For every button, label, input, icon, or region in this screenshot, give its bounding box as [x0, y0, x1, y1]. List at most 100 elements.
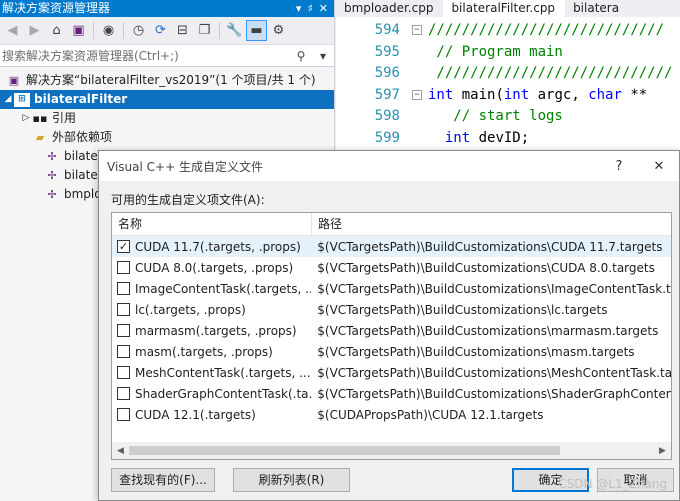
checkbox[interactable] — [117, 324, 130, 337]
scroll-right-icon[interactable]: ▶ — [654, 446, 671, 456]
customization-name: CUDA 8.0(.targets, .props) — [135, 260, 294, 275]
tab-bmploader[interactable]: bmploader.cpp — [336, 0, 443, 17]
tab-bilatera[interactable]: bilatera — [565, 0, 629, 17]
scroll-track[interactable] — [129, 442, 654, 459]
tree-item-label: bmplo — [64, 187, 102, 201]
tree-item-label: bilate — [64, 168, 98, 182]
collapse-icon[interactable]: ⊟ — [172, 20, 193, 41]
scroll-thumb[interactable] — [129, 446, 560, 455]
minus-icon[interactable]: ▬ — [246, 20, 267, 41]
list-row[interactable]: marmasm(.targets, .props) $(VCTargetsPath… — [112, 320, 671, 341]
scroll-left-icon[interactable]: ◀ — [112, 446, 129, 456]
checkbox[interactable]: ✓ — [117, 240, 130, 253]
gutter: − — [408, 20, 428, 42]
help-button[interactable]: ? — [599, 159, 639, 174]
list-row[interactable]: lc(.targets, .props) $(VCTargetsPath)\Bui… — [112, 299, 671, 320]
solution-icon: ▣ — [8, 74, 20, 87]
gutter — [408, 63, 428, 85]
list-cell-name: MeshContentTask(.targets, ... — [112, 366, 311, 380]
toolbar-separator — [123, 22, 124, 39]
list-cell-name: lc(.targets, .props) — [112, 303, 311, 317]
forward-icon[interactable]: ▶ — [24, 20, 45, 41]
code-text: //////////////////////////// — [428, 65, 673, 81]
code-text: // start logs — [428, 108, 563, 124]
dialog-title-bar: Visual C++ 生成自定义文件 ? ✕ — [99, 151, 679, 181]
column-header-path[interactable]: 路径 — [312, 213, 342, 235]
fold-toggle-icon[interactable]: − — [412, 89, 422, 100]
close-button[interactable]: ✕ — [639, 159, 679, 174]
pin-icon[interactable]: ♯ — [307, 0, 312, 17]
close-icon[interactable]: ✕ — [319, 0, 328, 17]
refresh-icon[interactable]: ⟳ — [150, 20, 171, 41]
list-cell-name: ✓ CUDA 11.7(.targets, .props) — [112, 240, 311, 254]
collapse-arrow-icon[interactable]: ▷ — [20, 109, 32, 128]
checkbox[interactable] — [117, 303, 130, 316]
checkbox[interactable] — [117, 387, 130, 400]
checkbox[interactable] — [117, 366, 130, 379]
back-icon[interactable]: ◀ — [2, 20, 23, 41]
customization-name: masm(.targets, .props) — [135, 344, 273, 359]
customization-path: $(VCTargetsPath)\BuildCustomizations\mas… — [317, 344, 635, 359]
expand-icon[interactable]: ◢ — [2, 90, 14, 109]
line-number: 597 — [374, 86, 400, 103]
code-line: 596 //////////////////////////// — [336, 63, 680, 85]
home-icon[interactable]: ⌂ — [46, 20, 67, 41]
checkbox[interactable] — [117, 261, 130, 274]
tree-item-external-deps[interactable]: ▰ 外部依赖项 — [0, 128, 334, 147]
toolbar-separator — [93, 22, 94, 39]
list-cell-name: marmasm(.targets, .props) — [112, 324, 311, 338]
sync-icon[interactable]: ◉ — [98, 20, 119, 41]
code-keyword: char — [588, 86, 622, 103]
list-row[interactable]: masm(.targets, .props) $(VCTargetsPath)\B… — [112, 341, 671, 362]
copy-icon[interactable]: ❐ — [194, 20, 215, 41]
tab-bilateralfilter[interactable]: bilateralFilter.cpp — [443, 0, 566, 17]
list-row[interactable]: CUDA 8.0(.targets, .props) $(VCTargetsPat… — [112, 257, 671, 278]
fold-toggle-icon[interactable]: − — [412, 25, 422, 35]
code-line: 594 − //////////////////////////// — [336, 20, 680, 42]
customization-list[interactable]: 名称 路径 ✓ CUDA 11.7(.targets, .props) $(VCTa… — [111, 212, 672, 460]
list-row[interactable]: ✓ CUDA 11.7(.targets, .props) $(VCTargetsP… — [112, 236, 671, 257]
build-customizations-dialog: Visual C++ 生成自定义文件 ? ✕ 可用的生成自定义项文件(A): 名… — [98, 150, 680, 501]
customization-path: $(VCTargetsPath)\BuildCustomizations\mar… — [317, 323, 659, 338]
checkbox[interactable] — [117, 282, 130, 295]
list-cell-name: masm(.targets, .props) — [112, 345, 311, 359]
tree-item-label: bilateralFilter — [34, 92, 128, 106]
checkbox[interactable] — [117, 345, 130, 358]
window-position-dropdown-icon[interactable]: ▾ — [296, 0, 302, 17]
code-text: main( — [453, 86, 504, 103]
code-text: ** — [621, 86, 648, 103]
list-row[interactable]: CUDA 12.1(.targets) $(CUDAPropsPath)\CUDA… — [112, 404, 671, 425]
switch-views-icon[interactable]: ▣ — [68, 20, 89, 41]
gutter: − — [408, 85, 428, 107]
search-options-icon[interactable]: ▾ — [312, 49, 334, 63]
list-row[interactable]: ImageContentTask(.targets, ... $(VCTarget… — [112, 278, 671, 299]
refresh-list-button[interactable]: 刷新列表(R) — [233, 468, 350, 492]
list-row[interactable]: ShaderGraphContentTask(.ta... $(VCTargets… — [112, 383, 671, 404]
wrench-icon[interactable]: 🔧 — [224, 20, 245, 41]
customization-path: $(VCTargetsPath)\BuildCustomizations\CUD… — [317, 239, 663, 254]
list-row[interactable]: MeshContentTask(.targets, ... $(VCTargets… — [112, 362, 671, 383]
search-icon[interactable]: ⚲ — [290, 49, 312, 63]
checkbox[interactable] — [117, 408, 130, 421]
tree-item-project[interactable]: ◢ ⊞ bilateralFilter — [0, 90, 334, 109]
code-text: //////////////////////////// — [428, 22, 665, 38]
tree-item-references[interactable]: ▷ ▪▪ 引用 — [0, 109, 334, 128]
external-deps-icon: ▰ — [35, 131, 45, 144]
column-header-name[interactable]: 名称 — [112, 213, 312, 235]
history-icon[interactable]: ◷ — [128, 20, 149, 41]
line-number: 595 — [374, 43, 400, 60]
properties-icon[interactable]: ⚙ — [268, 20, 289, 41]
code-line: 598 // start logs — [336, 106, 680, 128]
find-existing-button[interactable]: 查找现有的(F)... — [111, 468, 215, 492]
cpp-file-icon: ✢ — [47, 188, 57, 201]
tree-item-solution[interactable]: ▣ 解决方案“bilateralFilter_vs2019”(1 个项目/共 1… — [0, 71, 334, 90]
line-number: 594 — [374, 22, 400, 38]
customization-path: $(VCTargetsPath)\BuildCustomizations\Mes… — [317, 365, 671, 380]
code-area[interactable]: 594 − //////////////////////////// 595 /… — [336, 20, 680, 149]
tree-item-label: 引用 — [52, 111, 77, 125]
horizontal-scrollbar[interactable]: ◀ ▶ — [112, 442, 671, 459]
search-input[interactable]: 搜索解决方案资源管理器(Ctrl+;) — [2, 47, 290, 64]
solution-explorer-search[interactable]: 搜索解决方案资源管理器(Ctrl+;) ⚲ ▾ — [0, 45, 334, 67]
watermark: CSDN @L1_Zhang — [558, 477, 667, 491]
code-text: argc, — [529, 86, 589, 103]
